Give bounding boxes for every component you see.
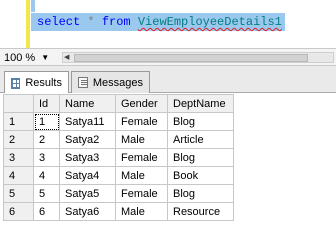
cell-deptname[interactable]: Blog	[167, 112, 234, 131]
results-tab-bar: Results Messages	[0, 66, 336, 94]
query-text-line[interactable]: select * from ViewEmployeeDetails1	[31, 13, 285, 31]
scroll-left-arrow-icon[interactable]: ◀	[64, 53, 69, 61]
cell-gender[interactable]: Male	[115, 166, 168, 185]
table-row[interactable]: 3 3 Satya3 Female Blog	[3, 148, 234, 167]
column-header-id[interactable]: Id	[33, 94, 60, 113]
cell-gender[interactable]: Female	[115, 184, 168, 203]
column-header-gender[interactable]: Gender	[115, 94, 168, 113]
cell-id[interactable]: 5	[33, 184, 60, 203]
row-number[interactable]: 4	[3, 166, 34, 185]
table-row[interactable]: 5 5 Satya5 Female Blog	[3, 184, 234, 203]
table-row[interactable]: 4 4 Satya4 Male Book	[3, 166, 234, 185]
change-marker-gutter	[26, 0, 30, 48]
view-name-identifier: ViewEmployeeDetails1	[137, 15, 282, 29]
table-row[interactable]: 2 2 Satya2 Male Article	[3, 130, 234, 149]
cell-id[interactable]: 3	[33, 148, 60, 167]
results-table: Id Name Gender DeptName 1 1 Satya11 Fema…	[3, 94, 234, 221]
column-header-deptname[interactable]: DeptName	[167, 94, 234, 113]
keyword-select: select	[37, 15, 81, 29]
tab-results[interactable]: Results	[4, 71, 69, 94]
keyword-from: from	[101, 15, 131, 29]
cell-id[interactable]: 4	[33, 166, 60, 185]
chevron-down-icon: ▼	[41, 53, 50, 62]
tab-messages-label: Messages	[92, 76, 143, 89]
cell-id[interactable]: 1	[33, 112, 60, 131]
cell-gender[interactable]: Female	[115, 112, 168, 131]
header-row: Id Name Gender DeptName	[3, 94, 234, 113]
table-row[interactable]: 1 1 Satya11 Female Blog	[3, 112, 234, 131]
cell-name[interactable]: Satya6	[59, 202, 116, 221]
row-number[interactable]: 1	[3, 112, 34, 131]
grid-icon	[11, 77, 21, 89]
zoom-dropdown[interactable]: 100 % ▼	[4, 51, 49, 64]
row-number[interactable]: 3	[3, 148, 34, 167]
star-operator: *	[87, 15, 95, 29]
cell-deptname[interactable]: Blog	[167, 184, 234, 203]
cell-id[interactable]: 2	[33, 130, 60, 149]
cell-deptname[interactable]: Book	[167, 166, 234, 185]
selection-highlight	[31, 0, 35, 12]
corner-cell[interactable]	[3, 94, 34, 113]
horizontal-scrollbar[interactable]: ◀	[62, 52, 334, 63]
row-number[interactable]: 5	[3, 184, 34, 203]
messages-icon	[78, 77, 88, 88]
cell-id[interactable]: 6	[33, 202, 60, 221]
column-header-name[interactable]: Name	[59, 94, 116, 113]
cell-name[interactable]: Satya11	[59, 112, 116, 131]
cell-deptname[interactable]: Resource	[167, 202, 234, 221]
cell-gender[interactable]: Female	[115, 148, 168, 167]
cell-name[interactable]: Satya2	[59, 130, 116, 149]
scrollbar-thumb[interactable]	[74, 54, 308, 62]
query-editor[interactable]: select * from ViewEmployeeDetails1	[0, 0, 336, 48]
cell-name[interactable]: Satya5	[59, 184, 116, 203]
tab-messages[interactable]: Messages	[71, 71, 150, 93]
results-grid[interactable]: Id Name Gender DeptName 1 1 Satya11 Fema…	[0, 93, 336, 243]
cell-deptname[interactable]: Article	[167, 130, 234, 149]
cell-name[interactable]: Satya3	[59, 148, 116, 167]
zoom-bar: 100 % ▼ ◀	[0, 48, 336, 66]
cell-gender[interactable]: Male	[115, 130, 168, 149]
zoom-value: 100 %	[4, 51, 36, 64]
cell-name[interactable]: Satya4	[59, 166, 116, 185]
cell-gender[interactable]: Male	[115, 202, 168, 221]
tab-results-label: Results	[25, 77, 62, 89]
table-row[interactable]: 6 6 Satya6 Male Resource	[3, 202, 234, 221]
row-number[interactable]: 2	[3, 130, 34, 149]
cell-deptname[interactable]: Blog	[167, 148, 234, 167]
ssms-query-window: select * from ViewEmployeeDetails1 100 %…	[0, 0, 336, 243]
row-number[interactable]: 6	[3, 202, 34, 221]
